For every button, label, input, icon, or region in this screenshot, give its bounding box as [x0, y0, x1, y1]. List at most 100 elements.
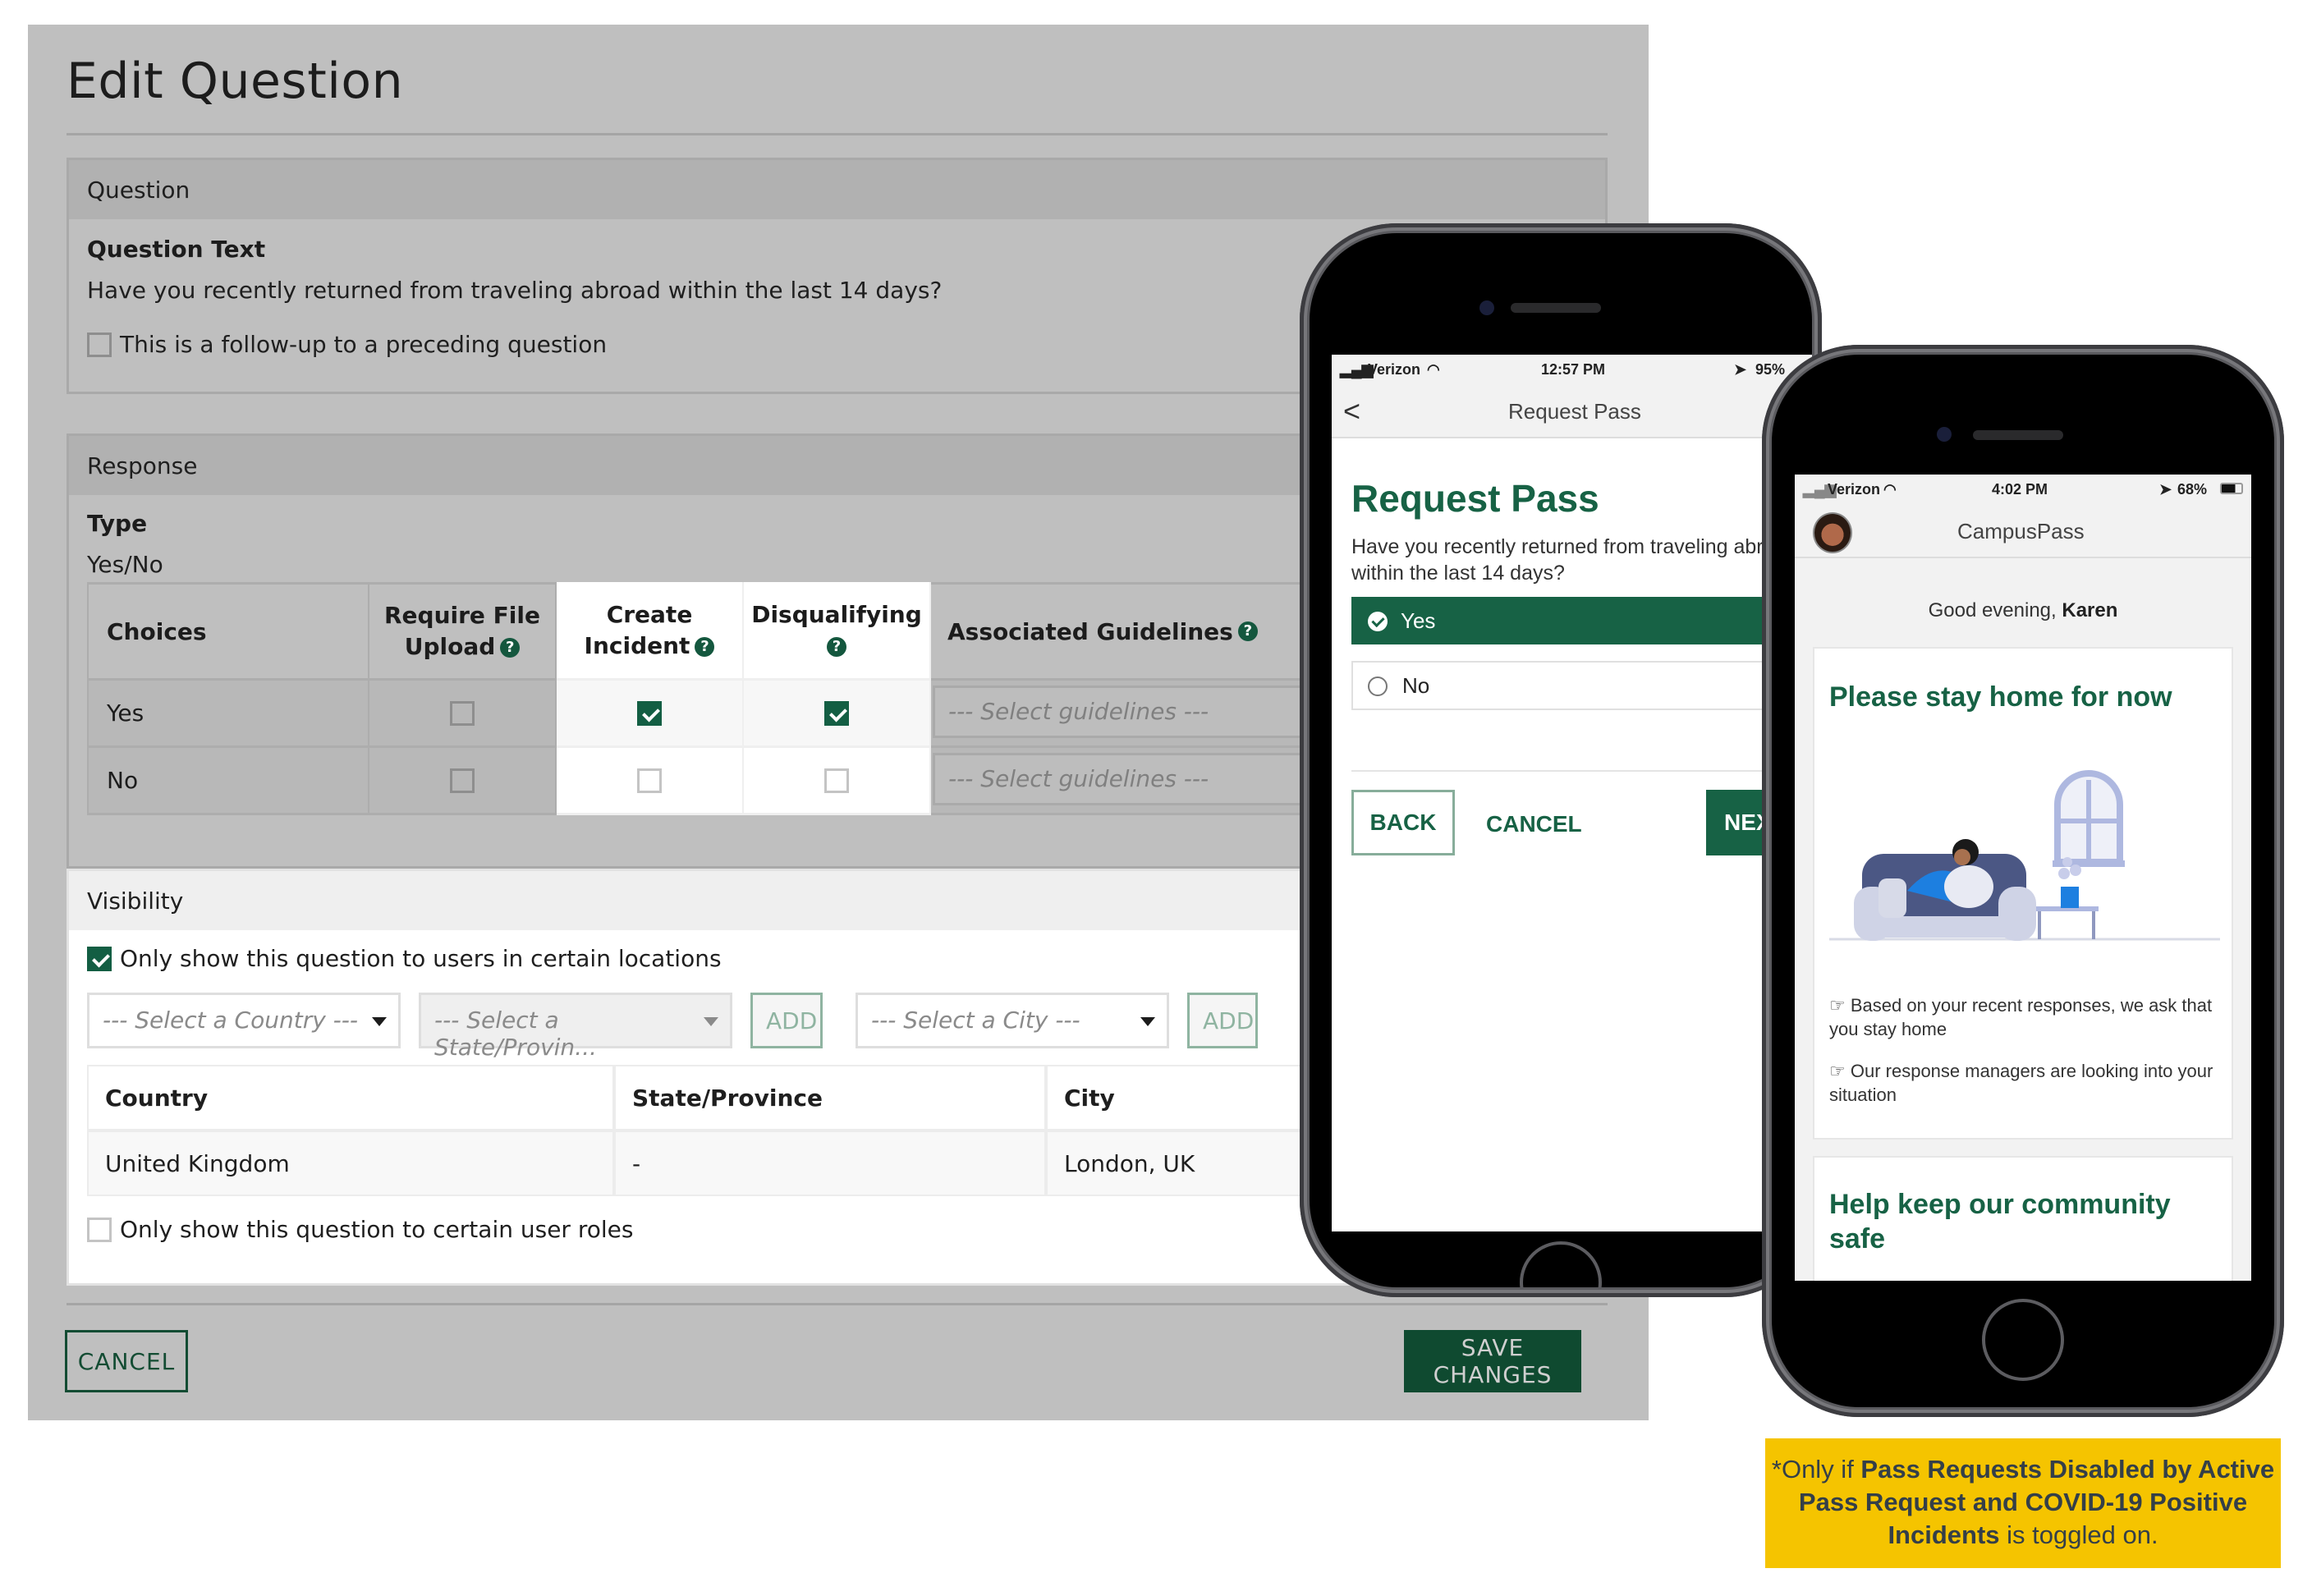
- add-state-button[interactable]: ADD: [750, 993, 823, 1048]
- yes-disqualifying-checkbox[interactable]: [824, 700, 849, 726]
- nav-bar: < Request Pass: [1332, 386, 1812, 438]
- location-icon: ➤: [2159, 481, 2172, 498]
- status-bar: ▂▄▆ Verizon ◠ 4:02 PM ➤ 68%: [1795, 475, 2251, 506]
- locations-checkbox[interactable]: [87, 946, 112, 971]
- roles-checkbox[interactable]: [87, 1217, 112, 1242]
- person-on-couch-illustration: [1829, 770, 2220, 941]
- followup-checkbox[interactable]: [87, 332, 112, 357]
- question-text-label: Question Text: [87, 236, 266, 263]
- help-icon[interactable]: ?: [827, 636, 846, 657]
- no-create-incident-cell: [557, 748, 744, 815]
- wifi-icon: ◠: [1427, 361, 1440, 378]
- phone2-screen: ▂▄▆ Verizon ◠ 4:02 PM ➤ 68% CampusPass G…: [1795, 475, 2251, 1281]
- nav-bar: CampusPass: [1795, 506, 2251, 558]
- location-state-cell: -: [614, 1130, 1046, 1196]
- pointing-hand-icon: ☞: [1829, 995, 1846, 1016]
- yes-require-file-upload-checkbox[interactable]: [450, 700, 475, 726]
- question-text-value: Have you recently returned from travelin…: [87, 277, 943, 304]
- followup-label: This is a follow-up to a preceding quest…: [120, 331, 608, 358]
- save-changes-button[interactable]: SAVE CHANGES: [1404, 1330, 1581, 1392]
- city-select[interactable]: --- Select a City ---: [856, 993, 1169, 1048]
- stay-home-title: Please stay home for now: [1829, 681, 2172, 713]
- speaker-grille: [1511, 303, 1601, 313]
- no-disqualifying-cell: [744, 748, 931, 815]
- carrier: Verizon: [1828, 481, 1881, 498]
- clock: 4:02 PM: [1992, 481, 2048, 498]
- page-title: Edit Question: [67, 53, 404, 110]
- col-state-province: State/Province: [614, 1065, 1046, 1130]
- status-bar: ▂▄▆ Verizon ◠ 12:57 PM ➤ 95%: [1332, 355, 1812, 386]
- state-select[interactable]: --- Select a State/Provin...: [419, 993, 732, 1061]
- choice-row-yes-label: Yes: [87, 681, 369, 748]
- choice-row-no-label: No: [87, 748, 369, 815]
- title-divider: [67, 133, 1608, 135]
- footer-divider: [67, 1303, 1608, 1305]
- no-disqualifying-checkbox[interactable]: [824, 768, 849, 793]
- divider: [1351, 770, 1811, 772]
- bullet-stay-home: ☞ Based on your recent responses, we ask…: [1829, 995, 2213, 1039]
- followup-checkbox-row[interactable]: This is a follow-up to a preceding quest…: [87, 331, 607, 358]
- wifi-icon: ◠: [1883, 481, 1897, 498]
- question-section-header: Question: [69, 160, 1605, 219]
- chevron-down-icon: [704, 1017, 718, 1026]
- back-chevron-icon[interactable]: <: [1343, 394, 1360, 429]
- battery-percent: 95%: [1755, 361, 1786, 378]
- yes-disqualifying-cell: [744, 681, 931, 748]
- phone-bezel: ▂▄▆ Verizon ◠ 12:57 PM ➤ 95% < Request P…: [1310, 233, 1812, 1287]
- nav-title: Request Pass: [1508, 399, 1641, 424]
- option-yes[interactable]: Yes: [1351, 597, 1811, 644]
- locations-checkbox-row[interactable]: Only show this question to users in cert…: [87, 945, 722, 972]
- pointing-hand-icon: ☞: [1829, 1061, 1846, 1081]
- option-no[interactable]: No: [1351, 661, 1811, 710]
- battery-percent: 68%: [2177, 481, 2208, 498]
- home-button[interactable]: [1982, 1299, 2064, 1381]
- help-icon[interactable]: ?: [500, 638, 521, 658]
- no-require-file-upload-cell: [369, 748, 557, 815]
- help-icon[interactable]: ?: [695, 636, 715, 657]
- col-create-incident: Create Incident?: [557, 582, 744, 681]
- question-text: Have you recently returned from travelin…: [1351, 535, 1798, 585]
- locations-label: Only show this question to users in cert…: [120, 945, 722, 972]
- request-pass-heading: Request Pass: [1351, 477, 1599, 520]
- phone1-screen: ▂▄▆ Verizon ◠ 12:57 PM ➤ 95% < Request P…: [1332, 355, 1812, 1231]
- phone-bezel: ▂▄▆ Verizon ◠ 4:02 PM ➤ 68% CampusPass G…: [1772, 355, 2274, 1407]
- community-card: Help keep our community safe: [1813, 1156, 2233, 1281]
- type-label: Type: [87, 510, 148, 537]
- col-require-file-upload: Require File Upload?: [369, 582, 557, 681]
- add-city-button[interactable]: ADD: [1187, 993, 1258, 1048]
- nav-title: CampusPass: [1957, 519, 2085, 543]
- col-disqualifying: Disqualifying?: [744, 582, 931, 681]
- no-require-file-upload-checkbox[interactable]: [450, 768, 475, 793]
- home-feed: Good evening, Karen Please stay home for…: [1795, 558, 2251, 1281]
- back-button[interactable]: BACK: [1351, 790, 1455, 855]
- col-country: Country: [87, 1065, 614, 1130]
- footnote-banner: *Only if Pass Requests Disabled by Activ…: [1765, 1438, 2281, 1568]
- phone-request-pass: ▂▄▆ Verizon ◠ 12:57 PM ➤ 95% < Request P…: [1300, 223, 1822, 1297]
- battery-icon: [2220, 483, 2243, 494]
- cancel-button[interactable]: CANCEL: [65, 1330, 188, 1392]
- yes-require-file-upload-cell: [369, 681, 557, 748]
- carrier: Verizon: [1368, 361, 1421, 378]
- cancel-link[interactable]: CANCEL: [1486, 811, 1582, 837]
- col-choices: Choices: [87, 582, 369, 681]
- type-value: Yes/No: [87, 551, 163, 578]
- yes-create-incident-cell: [557, 681, 744, 748]
- country-select[interactable]: --- Select a Country ---: [87, 993, 401, 1048]
- chevron-down-icon: [372, 1017, 387, 1026]
- help-icon[interactable]: ?: [1237, 621, 1258, 641]
- location-country-cell: United Kingdom: [87, 1130, 614, 1196]
- home-button[interactable]: [1520, 1241, 1602, 1287]
- phone-campuspass: ▂▄▆ Verizon ◠ 4:02 PM ➤ 68% CampusPass G…: [1762, 345, 2284, 1417]
- bullet-managers: ☞ Our response managers are looking into…: [1829, 1061, 2213, 1105]
- no-create-incident-checkbox[interactable]: [637, 768, 662, 793]
- speaker-grille: [1973, 430, 2063, 440]
- stay-home-card: Please stay home for now ☞ Based on your…: [1813, 647, 2233, 1140]
- yes-create-incident-checkbox[interactable]: [637, 700, 662, 726]
- community-title: Help keep our community safe: [1829, 1189, 2171, 1254]
- roles-label: Only show this question to certain user …: [120, 1216, 634, 1243]
- clock: 12:57 PM: [1541, 361, 1606, 378]
- roles-checkbox-row[interactable]: Only show this question to certain user …: [87, 1216, 633, 1243]
- check-circle-icon: [1368, 612, 1388, 631]
- avatar[interactable]: [1813, 512, 1852, 553]
- location-icon: ➤: [1734, 361, 1747, 378]
